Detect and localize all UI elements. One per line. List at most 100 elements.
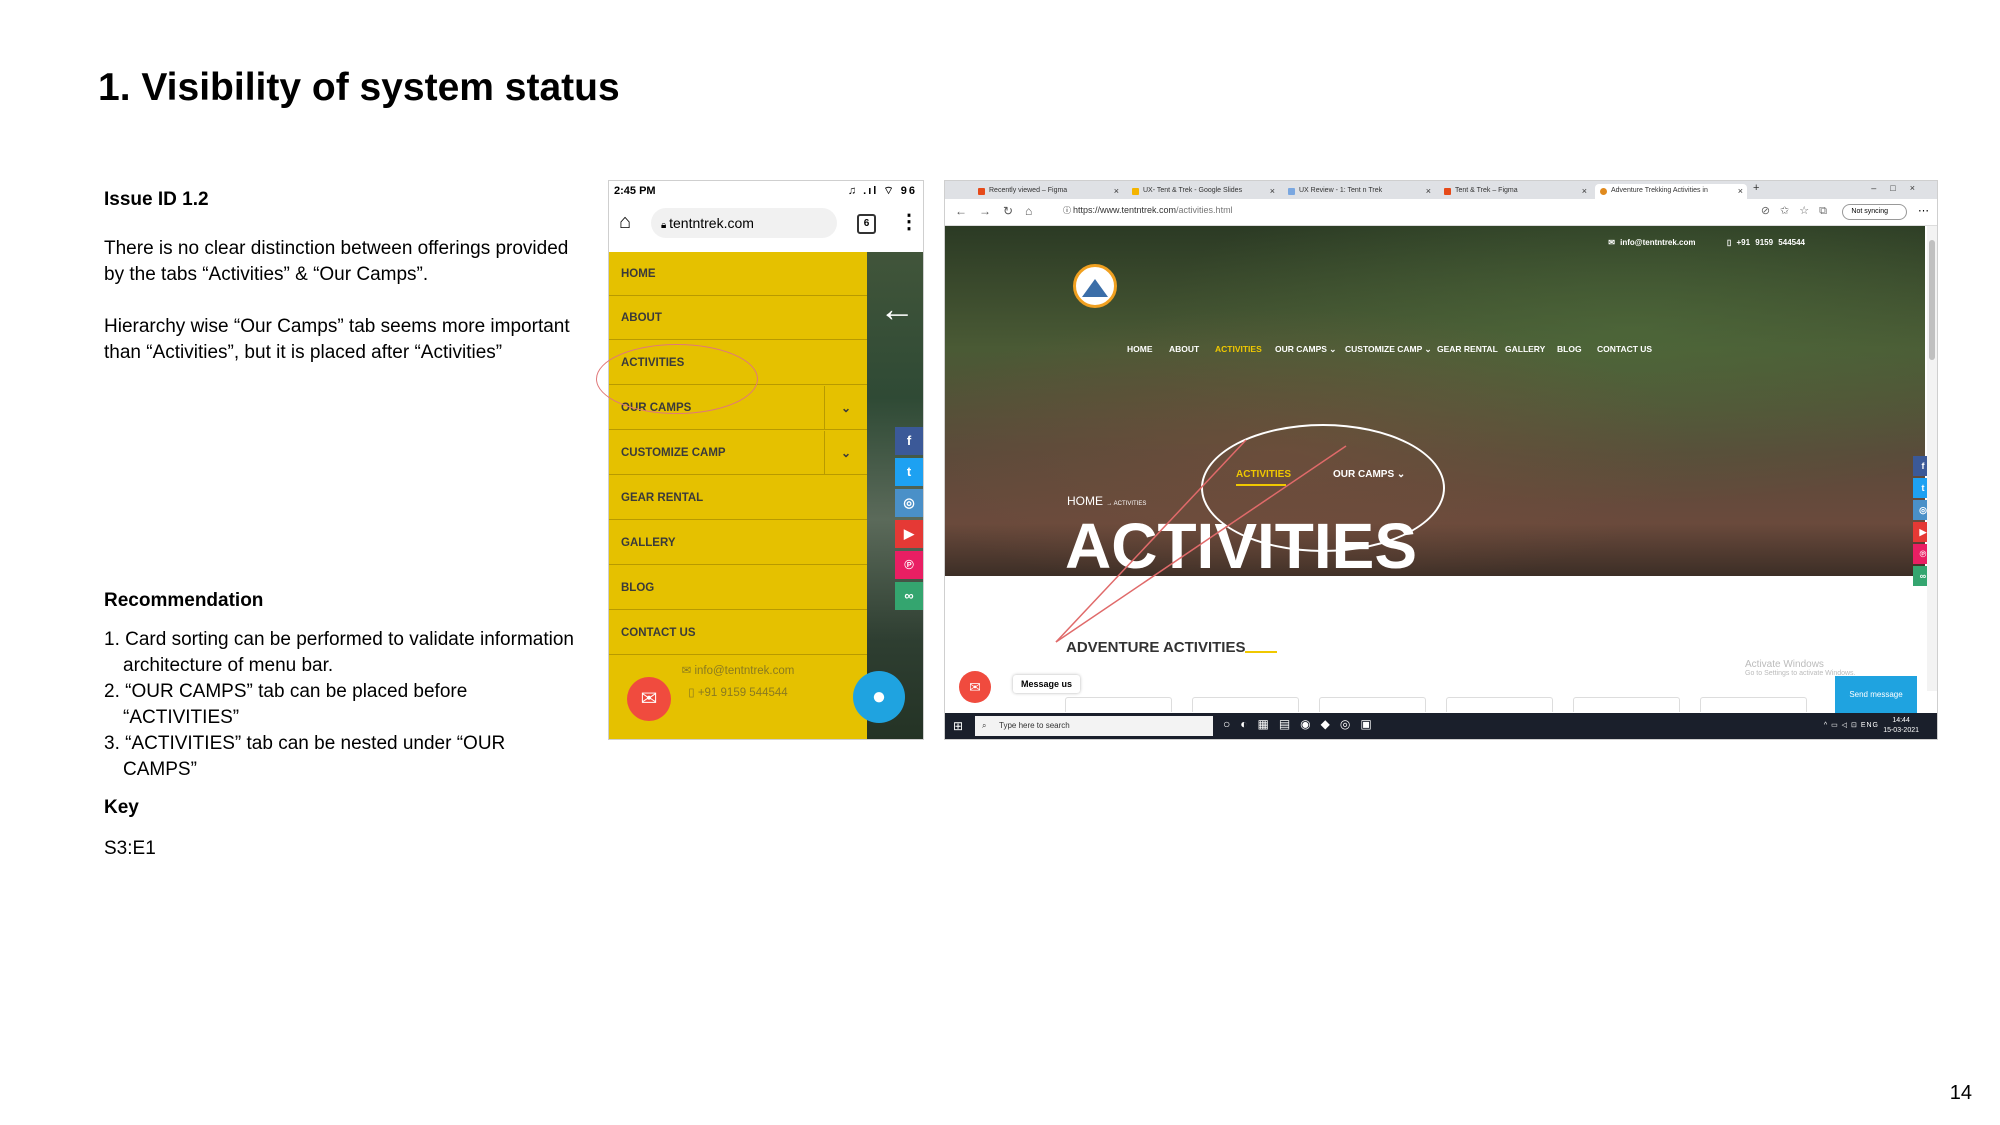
activity-card[interactable]	[1700, 697, 1807, 712]
mobile-address-field[interactable]: 🔒︎ tentntrek.com	[651, 208, 837, 238]
key-value: S3:E1	[104, 838, 156, 859]
nav-item-contact[interactable]: CONTACT US	[1597, 344, 1652, 354]
new-tab-icon[interactable]: +	[1753, 182, 1759, 194]
mobile-contact-email[interactable]: ✉ info@tentntrek.com	[609, 663, 867, 677]
taskbar-clock[interactable]: 14:44 15-03-2021	[1883, 716, 1919, 736]
browser-menu-icon[interactable]: ⋯	[1918, 204, 1929, 217]
mobile-menu-item-home[interactable]: HOME	[609, 252, 867, 296]
system-tray[interactable]: ^ ▭ ◁ ⊡ ENG	[1824, 721, 1879, 729]
mobile-menu-item-gear-rental[interactable]: GEAR RENTAL	[609, 476, 867, 520]
more-menu-icon[interactable]: ⋮	[899, 209, 919, 234]
nav-item-blog[interactable]: BLOG	[1557, 344, 1582, 354]
activity-card[interactable]	[1573, 697, 1680, 712]
youtube-icon[interactable]: ▶	[895, 520, 923, 548]
activity-card[interactable]	[1065, 697, 1172, 712]
mobile-url-bar: ⌂ 🔒︎ tentntrek.com 6 ⋮	[609, 203, 923, 245]
chevron-down-icon[interactable]: ⌄	[824, 386, 867, 429]
nav-item-about[interactable]: ABOUT	[1169, 344, 1199, 354]
menu-item-label: BLOG	[621, 582, 655, 594]
nav-item-gallery[interactable]: GALLERY	[1505, 344, 1545, 354]
close-icon[interactable]: ×	[1114, 184, 1119, 198]
address-host: https://www.tentntrek.com	[1073, 205, 1177, 215]
mobile-menu-item-contact[interactable]: CONTACT US	[609, 611, 867, 655]
tab-count-icon[interactable]: 6	[857, 214, 876, 234]
scrollbar-thumb[interactable]	[1929, 240, 1935, 360]
close-icon[interactable]: ×	[1582, 184, 1587, 198]
chevron-down-icon[interactable]: ⌄	[824, 431, 867, 474]
chat-icon[interactable]: ✉	[627, 677, 671, 721]
mobile-menu-item-blog[interactable]: BLOG	[609, 566, 867, 610]
hero-email[interactable]: ✉ info@tentntrek.com	[1608, 238, 1695, 247]
key-heading: Key	[104, 797, 139, 818]
close-icon[interactable]: ×	[1426, 184, 1431, 198]
browser-tab-active[interactable]: Adventure Trekking Activities in ×	[1595, 184, 1747, 199]
mobile-menu-item-customize-camp[interactable]: CUSTOMIZE CAMP ⌄	[609, 431, 867, 475]
instagram-icon[interactable]: ◎	[895, 489, 923, 517]
mobile-menu-item-gallery[interactable]: GALLERY	[609, 521, 867, 565]
desktop-screenshot: Recently viewed – Figma × UX- Tent & Trek…	[944, 180, 1938, 740]
windows-start-icon[interactable]: ⊞	[953, 719, 963, 733]
info-icon[interactable]: ⓘ	[1063, 205, 1071, 216]
nav-item-activities[interactable]: ACTIVITIES	[1215, 344, 1262, 354]
messenger-icon[interactable]: ●	[853, 671, 905, 723]
back-arrow-icon[interactable]: ←	[879, 291, 915, 327]
breadcrumb-current: → ACTIVITIES	[1106, 501, 1147, 507]
hero-phone[interactable]: ▯ +91 9159 544544	[1727, 238, 1805, 247]
activity-card[interactable]	[1319, 697, 1426, 712]
document-icon	[1288, 188, 1295, 195]
activity-card[interactable]	[1192, 697, 1299, 712]
home-icon[interactable]: ⌂	[619, 211, 631, 234]
close-icon[interactable]: ×	[1738, 184, 1743, 198]
active-underline	[1236, 484, 1286, 486]
section-heading: ADVENTURE ACTIVITIES	[1066, 639, 1246, 656]
menu-item-label: CUSTOMIZE CAMP	[621, 447, 726, 459]
extension-icons[interactable]: ⊘✩☆⧉	[1761, 204, 1837, 218]
browser-tab-label: UX Review - 1: Tent n Trek	[1299, 187, 1383, 194]
menu-item-label: ABOUT	[621, 312, 662, 324]
taskbar-search-field[interactable]: ⌕ Type here to search	[975, 716, 1213, 736]
close-icon[interactable]: ×	[1270, 184, 1275, 198]
mobile-status-bar: 2:45 PM ♫ .ıl ⌔ 96	[609, 181, 923, 201]
sync-status-button[interactable]: Not syncing	[1842, 204, 1907, 220]
browser-tab-label: UX- Tent & Trek - Google Slides	[1143, 187, 1243, 194]
mobile-menu-item-about[interactable]: ABOUT	[609, 296, 867, 340]
activation-watermark: Activate Windows Go to Settings to activ…	[1745, 659, 1856, 677]
figma-icon	[978, 188, 985, 195]
address-bar[interactable]: https://www.tentntrek.com/activities.htm…	[1073, 205, 1233, 215]
taskbar-app-icons[interactable]: ○◐▦▤◉◆◎▣	[1223, 717, 1382, 731]
browser-tab[interactable]: Recently viewed – Figma ×	[973, 184, 1123, 199]
menu-item-label: GALLERY	[621, 537, 676, 549]
facebook-icon[interactable]: f	[895, 427, 923, 455]
mobile-status-icons: ♫ .ıl ⌔ 96	[847, 185, 917, 197]
breadcrumb-home[interactable]: HOME	[1067, 494, 1103, 508]
activity-card[interactable]	[1446, 697, 1553, 712]
page-scrollbar[interactable]	[1927, 226, 1937, 691]
hero-heading: ACTIVITIES	[1065, 510, 1418, 576]
mobile-screenshot: 2:45 PM ♫ .ıl ⌔ 96 ⌂ 🔒︎ tentntrek.com 6 …	[608, 180, 924, 740]
slide-title: 1. Visibility of system status	[98, 66, 620, 109]
windows-taskbar: ⊞ ⌕ Type here to search ○◐▦▤◉◆◎▣ ^ ▭ ◁ ⊡…	[945, 713, 1937, 739]
page-number: 14	[1949, 1082, 1972, 1104]
lock-icon: 🔒︎	[661, 220, 670, 231]
window-controls[interactable]: –□×	[1871, 183, 1929, 193]
browser-tab[interactable]: UX- Tent & Trek - Google Slides ×	[1127, 184, 1279, 199]
browser-nav-icons[interactable]: ←→↻⌂	[955, 204, 1044, 218]
site-logo[interactable]	[1073, 264, 1117, 308]
browser-tab[interactable]: UX Review - 1: Tent n Trek ×	[1283, 184, 1435, 199]
recommendation-item: 3. “ACTIVITIES” tab can be nested under …	[104, 733, 506, 780]
nav-item-our-camps[interactable]: OUR CAMPS ⌄	[1275, 344, 1336, 355]
issue-paragraph-2: Hierarchy wise “Our Camps” tab seems mor…	[104, 316, 570, 363]
breadcrumb: HOME → ACTIVITIES	[1067, 494, 1146, 508]
browser-tab[interactable]: Tent & Trek – Figma ×	[1439, 184, 1591, 199]
send-message-button[interactable]: Send message	[1835, 676, 1917, 714]
tripadvisor-icon[interactable]: ∞	[895, 582, 923, 610]
message-us-label[interactable]: Message us	[1013, 675, 1081, 693]
nav-item-home[interactable]: HOME	[1127, 344, 1153, 354]
twitter-icon[interactable]: t	[895, 458, 923, 486]
recommendation-item: 1. Card sorting can be performed to vali…	[104, 629, 574, 676]
browser-tab-label: Recently viewed – Figma	[989, 187, 1068, 194]
pinterest-icon[interactable]: ℗	[895, 551, 923, 579]
chat-icon[interactable]: ✉	[959, 671, 991, 703]
nav-item-gear-rental[interactable]: GEAR RENTAL	[1437, 344, 1498, 354]
nav-item-customize-camp[interactable]: CUSTOMIZE CAMP ⌄	[1345, 344, 1432, 355]
